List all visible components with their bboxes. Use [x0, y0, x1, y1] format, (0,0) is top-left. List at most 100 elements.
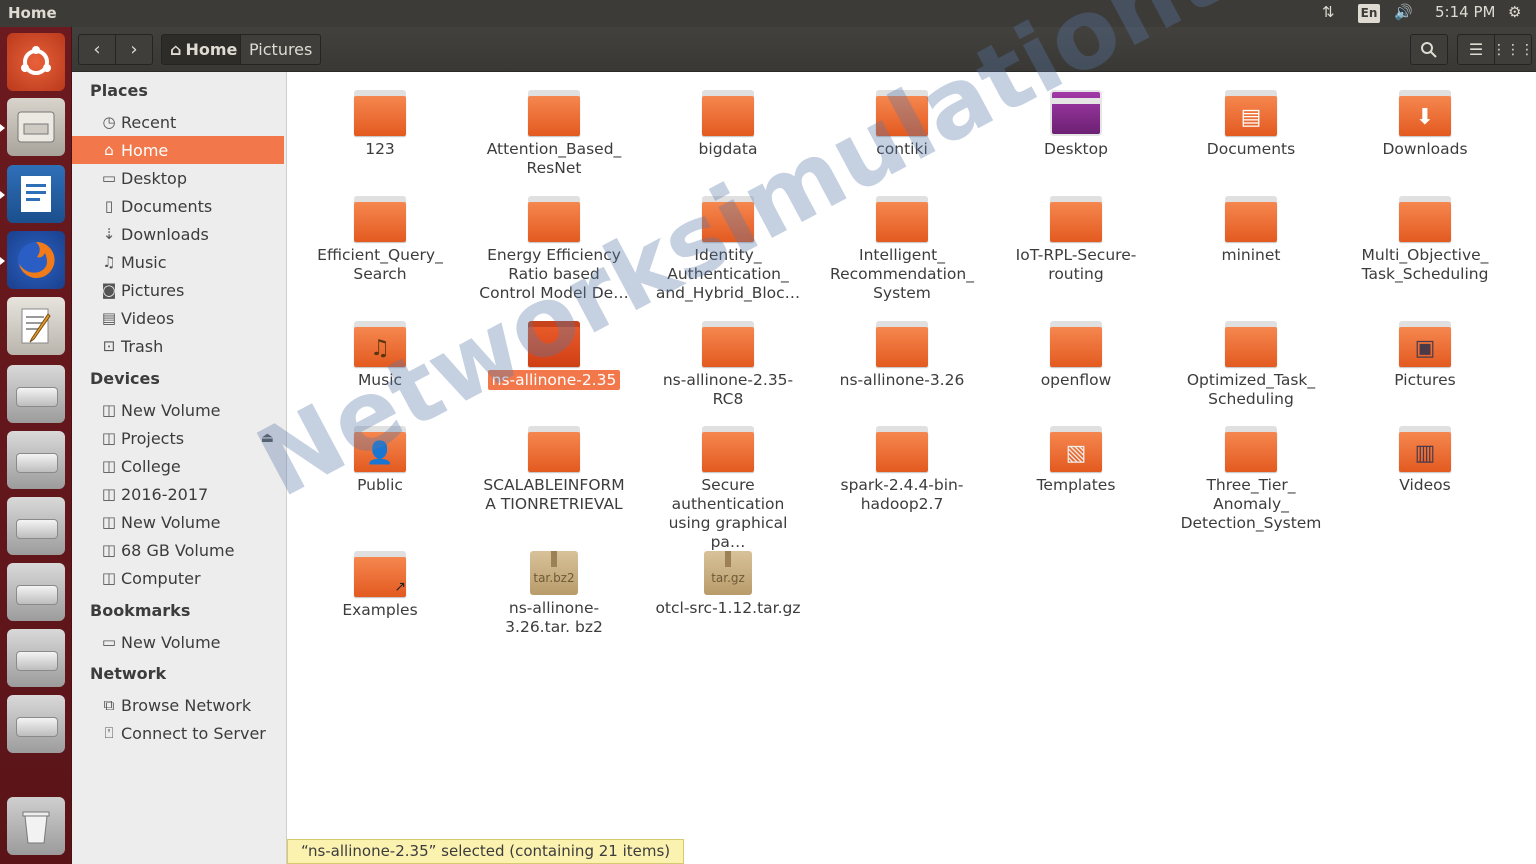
drive-icon[interactable] [7, 497, 65, 555]
drive-icon[interactable] [7, 563, 65, 621]
grid-view-button[interactable]: ⋮⋮⋮ [1492, 34, 1534, 65]
forward-button[interactable]: › [115, 34, 153, 65]
sidebar-item-desktop[interactable]: ▭ Desktop [72, 164, 284, 192]
launcher [0, 27, 72, 864]
trash-icon[interactable] [7, 797, 65, 855]
templates-folder-icon: ▧ [1050, 426, 1102, 472]
drive-icon[interactable] [7, 431, 65, 489]
clock-icon: ◷ [102, 113, 116, 131]
folder-icon [528, 90, 580, 136]
file-item[interactable]: Energy Efficiency Ratio based Control Mo… [479, 196, 629, 303]
search-button[interactable] [1410, 34, 1448, 65]
drive-icon[interactable] [7, 695, 65, 753]
folder-icon: ▭ [101, 169, 117, 187]
sidebar-item-projects[interactable]: ◫ Projects ⏏ [72, 424, 284, 452]
music-icon: ♫ [102, 253, 116, 271]
archive-icon: tar.bz2 [530, 551, 578, 595]
folder-icon [702, 196, 754, 242]
sidebar-item-2016-2017[interactable]: ◫ 2016-2017 [72, 480, 284, 508]
list-view-button[interactable]: ☰ [1457, 34, 1495, 65]
file-item[interactable]: ↗ Examples [305, 551, 455, 620]
folder-icon [1225, 196, 1277, 242]
sidebar-item-new-volume-2[interactable]: ◫ New Volume [72, 508, 284, 536]
desktop-icon [1050, 90, 1102, 136]
file-item-selected[interactable]: ns-allinone-2.35 [479, 321, 629, 390]
sidebar-item-connect-server[interactable]: ⍞ Connect to Server [72, 719, 284, 747]
file-item[interactable]: mininet [1176, 196, 1326, 265]
sidebar-item-68gb-volume[interactable]: ◫ 68 GB Volume [72, 536, 284, 564]
network-heading: Network [90, 664, 167, 683]
sidebar-item-college[interactable]: ◫ College [72, 452, 284, 480]
file-item[interactable]: ♫ Music [305, 321, 455, 390]
file-item[interactable]: ⬇ Downloads [1350, 90, 1500, 159]
file-item[interactable]: ▥ Videos [1350, 426, 1500, 495]
downloads-folder-icon: ⬇ [1399, 90, 1451, 136]
sidebar-item-pictures[interactable]: ◙ Pictures [72, 276, 284, 304]
text-editor-icon[interactable] [7, 297, 65, 355]
breadcrumb-home[interactable]: ⌂ Home [161, 34, 247, 65]
file-item[interactable]: ns-allinone-3.26 [827, 321, 977, 390]
sidebar-item-bookmark-new-volume[interactable]: ▭ New Volume [72, 628, 284, 656]
file-item[interactable]: Identity_ Authentication_ and_Hybrid_Blo… [653, 196, 803, 303]
sidebar-item-computer[interactable]: ◫ Computer [72, 564, 284, 592]
header-bar: ‹ › ⌂ Home Pictures ☰ ⋮⋮⋮ [72, 27, 1536, 72]
archive-icon: tar.gz [704, 551, 752, 595]
network-transfer-icon[interactable]: ⇅ [1322, 3, 1335, 21]
firefox-icon[interactable] [0, 231, 65, 289]
file-item[interactable]: spark-2.4.4-bin- hadoop2.7 [827, 426, 977, 514]
file-item[interactable]: 👤 Public [305, 426, 455, 495]
libreoffice-writer-icon[interactable] [0, 165, 65, 223]
file-item[interactable]: Secure authentication using graphical pa… [653, 426, 803, 552]
file-manager-icon[interactable] [0, 98, 65, 156]
sidebar-item-home[interactable]: ⌂ Home [72, 136, 284, 164]
sidebar-item-new-volume[interactable]: ◫ New Volume [72, 396, 284, 424]
file-item[interactable]: Multi_Objective_ Task_Scheduling [1350, 196, 1500, 284]
keyboard-layout-icon[interactable]: En [1358, 4, 1380, 23]
home-icon: ⌂ [170, 40, 182, 59]
clock-time[interactable]: 5:14 PM [1435, 3, 1495, 21]
sidebar-item-music[interactable]: ♫ Music [72, 248, 284, 276]
file-item[interactable]: contiki [827, 90, 977, 159]
file-item[interactable]: Efficient_Query_ Search [305, 196, 455, 284]
file-item[interactable]: openflow [1001, 321, 1151, 390]
drive-icon[interactable] [7, 365, 65, 423]
file-item[interactable]: Intelligent_ Recommendation_ System [827, 196, 977, 303]
places-heading: Places [90, 81, 148, 100]
sidebar-item-browse-network[interactable]: ⧉ Browse Network [72, 691, 284, 719]
sidebar-item-videos[interactable]: ▤ Videos [72, 304, 284, 332]
volume-icon[interactable]: 🔊 [1394, 3, 1413, 21]
file-item[interactable]: bigdata [653, 90, 803, 159]
drive-icon[interactable] [7, 629, 65, 687]
file-item[interactable]: Desktop [1001, 90, 1151, 159]
folder-icon [528, 321, 580, 367]
trash-icon: ⊡ [102, 337, 116, 355]
file-item[interactable]: IoT-RPL-Secure- routing [1001, 196, 1151, 284]
eject-icon[interactable]: ⏏ [261, 430, 274, 446]
file-item[interactable]: ▤ Documents [1176, 90, 1326, 159]
file-item[interactable]: Optimized_Task_ Scheduling [1176, 321, 1326, 409]
file-item[interactable]: 123 [305, 90, 455, 159]
folder-icon [1050, 321, 1102, 367]
sidebar-item-trash[interactable]: ⊡ Trash [72, 332, 284, 360]
sidebar-item-downloads[interactable]: ⇣ Downloads [72, 220, 284, 248]
folder-icon [876, 196, 928, 242]
settings-gear-icon[interactable]: ⚙ [1508, 3, 1521, 21]
file-item[interactable]: ▧ Templates [1001, 426, 1151, 495]
document-icon: ▯ [104, 197, 114, 215]
file-item[interactable]: Three_Tier_ Anomaly_ Detection_System [1176, 426, 1326, 533]
music-folder-icon: ♫ [354, 321, 406, 367]
devices-heading: Devices [90, 369, 160, 388]
file-item[interactable]: SCALABLEINFORMA TIONRETRIEVAL [479, 426, 629, 514]
sidebar-item-recent[interactable]: ◷ Recent [72, 108, 284, 136]
breadcrumb-pictures[interactable]: Pictures [240, 34, 322, 65]
file-item[interactable]: tar.bz2 ns-allinone-3.26.tar. bz2 [479, 551, 629, 637]
file-item[interactable]: tar.gz otcl-src-1.12.tar.gz [653, 551, 803, 618]
back-button[interactable]: ‹ [78, 34, 116, 65]
file-item[interactable]: ns-allinone-2.35-RC8 [653, 321, 803, 409]
folder-icon [702, 321, 754, 367]
ubuntu-dash-icon[interactable] [7, 33, 65, 91]
file-item[interactable]: Attention_Based_ ResNet [479, 90, 629, 178]
file-item[interactable]: ▣ Pictures [1350, 321, 1500, 390]
folder-icon [702, 90, 754, 136]
sidebar-item-documents[interactable]: ▯ Documents [72, 192, 284, 220]
